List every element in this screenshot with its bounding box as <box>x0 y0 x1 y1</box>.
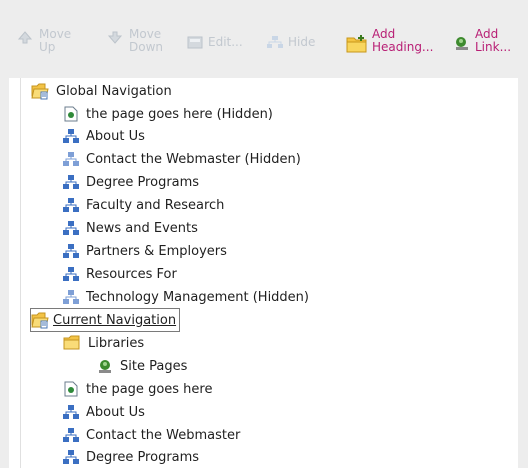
heading-folder-icon <box>31 312 49 329</box>
tree-item-link[interactable]: Faculty and Research <box>63 194 224 216</box>
tree-item-label: About Us <box>86 128 145 144</box>
tree-item-label: Faculty and Research <box>86 197 225 213</box>
edit-label: Edit... <box>208 35 243 49</box>
hide-button[interactable]: Hide <box>267 36 315 50</box>
tree-item-link[interactable]: Resources For <box>63 263 177 285</box>
sitemap-link-icon <box>63 267 79 281</box>
tree-heading-libraries[interactable]: Libraries <box>63 332 144 354</box>
move-up-label: Move Up <box>39 27 72 54</box>
hide-icon <box>267 36 283 48</box>
tree-heading-label: Current Navigation <box>53 312 177 328</box>
tree-item-link[interactable]: Degree Programs <box>63 171 199 193</box>
left-frame <box>0 0 9 468</box>
tree-item-label: the page goes here (Hidden) <box>86 106 273 122</box>
heading-folder-icon <box>31 83 49 100</box>
tree-item-label: Libraries <box>88 335 145 351</box>
add-heading-button[interactable]: Add Heading... <box>346 27 434 54</box>
tree-item-link[interactable]: News and Events <box>63 217 198 239</box>
tree-item-page[interactable]: the page goes here (Hidden) <box>63 103 273 125</box>
folder-icon <box>63 335 80 350</box>
sitemap-link-icon <box>63 198 79 212</box>
sitemap-link-icon <box>63 428 79 442</box>
folder-add-icon <box>346 35 367 53</box>
tree-item-label: Technology Management (Hidden) <box>86 289 309 305</box>
tree-heading-global-navigation[interactable]: Global Navigation <box>31 80 172 102</box>
sitemap-link-icon <box>63 405 79 419</box>
tree-item-label: Contact the Webmaster (Hidden) <box>86 151 301 167</box>
add-link-button[interactable]: Add Link... <box>454 27 512 54</box>
right-frame <box>517 0 528 468</box>
sitemap-link-icon <box>63 244 79 258</box>
page-icon <box>64 381 78 397</box>
site-pages-icon <box>99 360 111 373</box>
add-link-label: Add Link... <box>475 27 512 54</box>
sitemap-link-icon <box>63 129 79 143</box>
tree-item-link[interactable]: Partners & Employers <box>63 240 227 262</box>
tree-item-link[interactable]: Contact the Webmaster <box>63 424 240 446</box>
tree-item-label: Contact the Webmaster <box>86 427 241 443</box>
move-down-label: Move Down <box>129 27 164 54</box>
tree-item-link[interactable]: Technology Management (Hidden) <box>63 286 309 308</box>
tree-item-link[interactable]: Degree Programs <box>63 446 199 468</box>
tree-item-label: Degree Programs <box>86 174 200 190</box>
tree-item-label: Partners & Employers <box>86 243 227 259</box>
move-down-icon <box>107 31 123 44</box>
tree-item-label: Resources For <box>86 266 177 282</box>
sitemap-link-icon <box>63 221 79 235</box>
tree-item-label: Site Pages <box>120 358 188 374</box>
page-icon <box>64 106 78 122</box>
sitemap-link-icon <box>63 175 79 189</box>
tree-item-link[interactable]: About Us <box>63 125 145 147</box>
link-add-icon <box>456 37 468 50</box>
tree-heading-current-navigation[interactable]: Current Navigation <box>29 308 181 332</box>
tree-item-site-pages[interactable]: Site Pages <box>97 355 187 377</box>
edit-button[interactable]: Edit... <box>187 36 243 50</box>
sitemap-link-icon <box>63 152 79 166</box>
tree-item-label: the page goes here <box>86 381 213 397</box>
add-heading-label: Add Heading... <box>372 27 434 54</box>
move-down-button[interactable]: Move Down <box>107 28 169 54</box>
tree-heading-label: Global Navigation <box>56 83 172 99</box>
tree-item-label: Degree Programs <box>86 449 200 465</box>
tree-item-link[interactable]: About Us <box>63 401 145 423</box>
sitemap-link-icon <box>63 450 79 464</box>
tree-item-link[interactable]: Contact the Webmaster (Hidden) <box>63 148 301 170</box>
sitemap-link-icon <box>63 290 79 304</box>
hide-label: Hide <box>288 35 316 49</box>
tree-item-page[interactable]: the page goes here <box>63 378 212 400</box>
edit-icon <box>187 36 203 49</box>
tree-item-label: News and Events <box>86 220 198 236</box>
move-up-icon <box>17 31 33 44</box>
move-up-button[interactable]: Move Up <box>17 28 73 54</box>
toolbar: Move Up Move Down Edit... Hide Add Headi… <box>9 0 517 78</box>
tree-item-label: About Us <box>86 404 145 420</box>
